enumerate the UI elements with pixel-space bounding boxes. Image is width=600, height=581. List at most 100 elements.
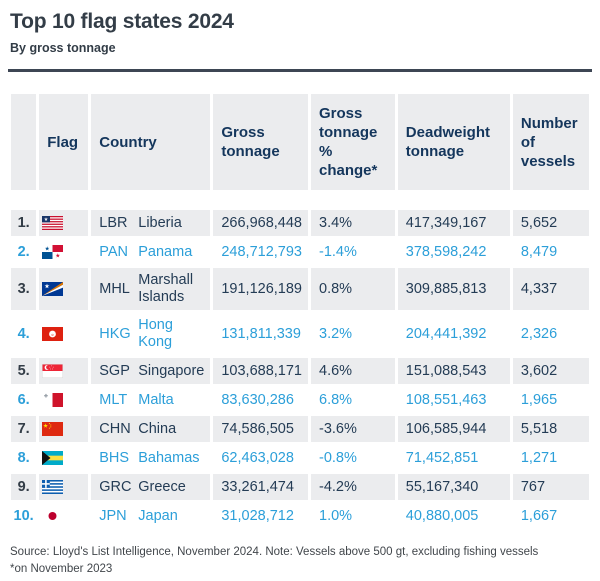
- table-row: 2. PAN Panama: [11, 239, 589, 265]
- vessels-cell: 1,667: [513, 503, 589, 529]
- gross-tonnage-cell: 33,261,474: [213, 474, 308, 500]
- country-code: CHN: [99, 420, 138, 438]
- column-header-gross-tonnage-change: Gross tonnage % change*: [311, 94, 395, 190]
- country-name: Liberia: [138, 215, 204, 232]
- rank-cell: 4.: [11, 313, 36, 355]
- gross-tonnage-change-cell: -4.2%: [311, 474, 395, 500]
- deadweight-tonnage-cell: 71,452,851: [398, 445, 510, 471]
- panama-flag-icon: [42, 245, 63, 259]
- gross-tonnage-cell: 191,126,189: [213, 268, 308, 310]
- vessels-cell: 1,965: [513, 387, 589, 413]
- table-header-row: Flag Country Gross tonnage Gross tonnage…: [11, 94, 589, 190]
- country-code: JPN: [99, 507, 138, 525]
- flag-cell: [39, 416, 88, 442]
- country-name: Singapore: [138, 363, 204, 380]
- deadweight-tonnage-cell: 151,088,543: [398, 358, 510, 384]
- country-code: MHL: [99, 280, 138, 298]
- country-code: GRC: [99, 478, 138, 496]
- deadweight-tonnage-cell: 378,598,242: [398, 239, 510, 265]
- deadweight-tonnage-cell: 55,167,340: [398, 474, 510, 500]
- japan-flag-icon: [42, 509, 63, 523]
- country-code: MLT: [99, 391, 138, 409]
- vessels-cell: 767: [513, 474, 589, 500]
- gross-tonnage-cell: 266,968,448: [213, 210, 308, 236]
- greece-flag-icon: [42, 480, 63, 494]
- source-note-line1: Source: Lloyd's List Intelligence, Novem…: [10, 544, 592, 561]
- gross-tonnage-cell: 74,586,505: [213, 416, 308, 442]
- country-code: BHS: [99, 449, 138, 467]
- rank-cell: 3.: [11, 268, 36, 310]
- bahamas-flag-icon: [42, 451, 63, 465]
- gross-tonnage-cell: 83,630,286: [213, 387, 308, 413]
- source-note-line2: *on November 2023: [10, 561, 592, 578]
- gross-tonnage-change-cell: -1.4%: [311, 239, 395, 265]
- table-row: 1. LBR Liberia: [11, 210, 589, 236]
- deadweight-tonnage-cell: 106,585,944: [398, 416, 510, 442]
- country-name: Greece: [138, 479, 204, 496]
- country-name: Japan: [138, 508, 204, 525]
- vessels-cell: 4,337: [513, 268, 589, 310]
- gross-tonnage-change-cell: 0.8%: [311, 268, 395, 310]
- column-header-deadweight-tonnage: Deadweight tonnage: [398, 94, 510, 190]
- gross-tonnage-change-cell: 1.0%: [311, 503, 395, 529]
- country-cell: LBR Liberia: [91, 210, 210, 236]
- column-header-rank: [11, 94, 36, 190]
- rank-cell: 1.: [11, 210, 36, 236]
- marshall-islands-flag-icon: [42, 282, 63, 296]
- table-row: 7. CHN China 74,586,505: [11, 416, 589, 442]
- deadweight-tonnage-cell: 417,349,167: [398, 210, 510, 236]
- gross-tonnage-cell: 248,712,793: [213, 239, 308, 265]
- gross-tonnage-cell: 103,688,171: [213, 358, 308, 384]
- rank-cell: 2.: [11, 239, 36, 265]
- gross-tonnage-cell: 131,811,339: [213, 313, 308, 355]
- vessels-cell: 2,326: [513, 313, 589, 355]
- table-row: 8. BHS Bahamas 62,463,028 -0.8%: [11, 445, 589, 471]
- hong-kong-flag-icon: [42, 327, 63, 341]
- infographic: Top 10 flag states 2024 By gross tonnage…: [0, 0, 600, 578]
- country-code: HKG: [99, 325, 138, 343]
- column-header-gross-tonnage: Gross tonnage: [213, 94, 308, 190]
- country-cell: CHN China: [91, 416, 210, 442]
- country-code: PAN: [99, 243, 138, 261]
- deadweight-tonnage-cell: 108,551,463: [398, 387, 510, 413]
- table-row: 3. MHL Marshall Islands 191,: [11, 268, 589, 310]
- gross-tonnage-change-cell: 3.4%: [311, 210, 395, 236]
- table-row: 6. MLT Malta 83,630,286: [11, 387, 589, 413]
- page-title: Top 10 flag states 2024: [10, 10, 592, 34]
- deadweight-tonnage-cell: 40,880,005: [398, 503, 510, 529]
- gross-tonnage-cell: 62,463,028: [213, 445, 308, 471]
- country-cell: MHL Marshall Islands: [91, 268, 210, 310]
- gross-tonnage-change-cell: 3.2%: [311, 313, 395, 355]
- vessels-cell: 5,652: [513, 210, 589, 236]
- flag-states-table: Flag Country Gross tonnage Gross tonnage…: [8, 91, 592, 532]
- vessels-cell: 3,602: [513, 358, 589, 384]
- gross-tonnage-change-cell: 4.6%: [311, 358, 395, 384]
- flag-cell: [39, 268, 88, 310]
- flag-cell: [39, 445, 88, 471]
- country-name: Malta: [138, 392, 204, 409]
- country-name: Bahamas: [138, 450, 204, 467]
- rank-cell: 5.: [11, 358, 36, 384]
- flag-cell: [39, 503, 88, 529]
- country-cell: BHS Bahamas: [91, 445, 210, 471]
- country-cell: MLT Malta: [91, 387, 210, 413]
- rank-cell: 7.: [11, 416, 36, 442]
- page-subtitle: By gross tonnage: [10, 41, 592, 55]
- table-row: 5.: [11, 358, 589, 384]
- country-code: LBR: [99, 214, 138, 232]
- table-row: 10. JPN Japan 31,028,712 1.0% 40,880,005: [11, 503, 589, 529]
- deadweight-tonnage-cell: 309,885,813: [398, 268, 510, 310]
- country-name: Marshall Islands: [138, 272, 204, 306]
- flag-cell: [39, 387, 88, 413]
- flag-cell: [39, 239, 88, 265]
- country-name: Hong Kong: [138, 317, 204, 351]
- deadweight-tonnage-cell: 204,441,392: [398, 313, 510, 355]
- header-body-spacer: [11, 193, 589, 207]
- country-cell: HKG Hong Kong: [91, 313, 210, 355]
- divider-rule: [8, 69, 592, 72]
- gross-tonnage-cell: 31,028,712: [213, 503, 308, 529]
- liberia-flag-icon: [42, 216, 63, 230]
- country-cell: JPN Japan: [91, 503, 210, 529]
- flag-cell: [39, 313, 88, 355]
- vessels-cell: 5,518: [513, 416, 589, 442]
